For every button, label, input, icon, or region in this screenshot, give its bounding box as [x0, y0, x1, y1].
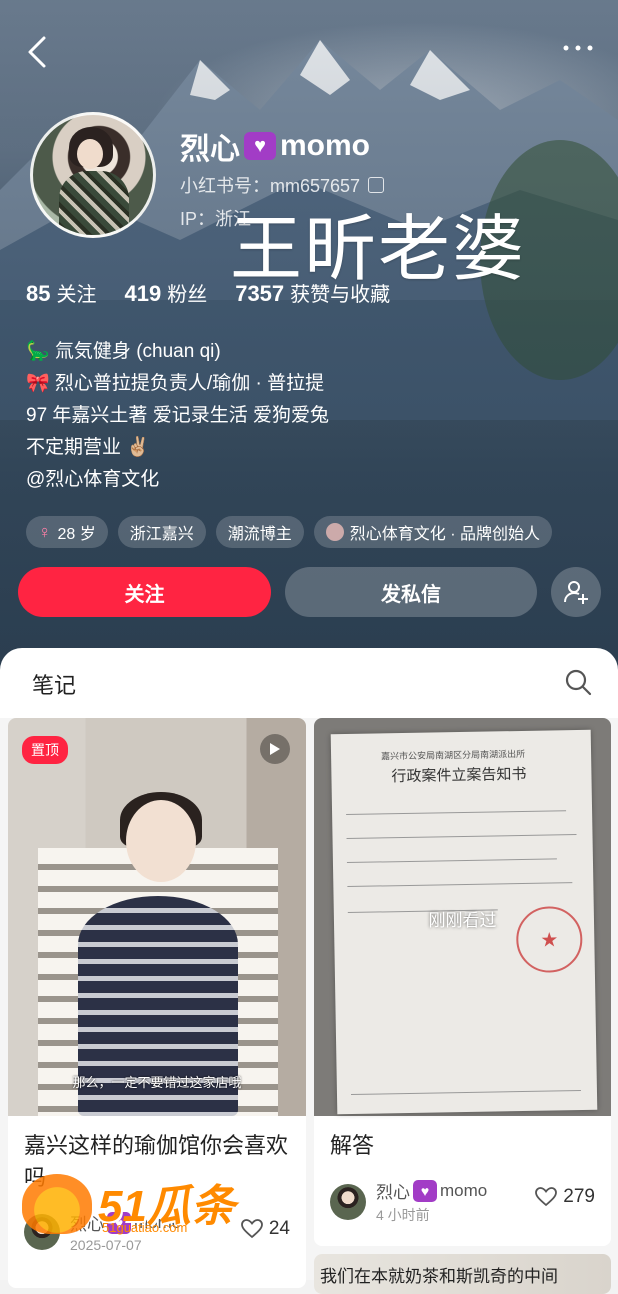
bio-line: 不定期营业 ✌🏼	[26, 437, 150, 458]
author-avatar	[330, 1183, 366, 1220]
watermelon-logo-icon	[22, 1174, 92, 1234]
note-cover-image: 置顶 那么，一定不要错过这家店哦	[8, 718, 306, 1116]
stat-likes-collects[interactable]: 7357 获赞与收藏	[235, 278, 390, 307]
more-options-icon[interactable]	[560, 38, 596, 58]
tag-category: 潮流博主	[215, 516, 304, 548]
video-play-icon	[260, 734, 290, 764]
doc-header: 嘉兴市公安局南湖区分局南湖派出所	[381, 748, 526, 762]
stat-label: 获赞与收藏	[290, 284, 391, 306]
doc-title: 行政案件立案告知书	[391, 764, 527, 786]
watermark-url: 51guatiao.com	[102, 1220, 188, 1235]
note-card[interactable]: 嘉兴市公安局南湖区分局南湖派出所 行政案件立案告知书 ★ 刚刚看过 解答 烈心 ♥…	[314, 718, 611, 1246]
bio-line: 97 年嘉兴土著 爱记录生活 爱狗爱兔	[26, 405, 329, 426]
stat-label: 关注	[56, 284, 97, 306]
stat-following[interactable]: 85 关注	[26, 278, 96, 307]
heart-icon: ♥	[244, 132, 276, 160]
username-text: 烈心	[180, 133, 240, 166]
message-button[interactable]: 发私信	[285, 567, 537, 617]
tag-brand[interactable]: 烈心体育文化 · 品牌创始人	[313, 516, 553, 548]
follow-button[interactable]: 关注	[18, 567, 271, 617]
tab-bar: 笔记	[0, 648, 618, 712]
username-suffix: momo	[280, 129, 370, 162]
female-icon: ♀	[38, 521, 52, 542]
note-time: 4 小时前	[376, 1207, 430, 1223]
like-button[interactable]: 24	[240, 1218, 290, 1240]
profile-stats: 85 关注 419 粉丝 7357 获赞与收藏	[26, 278, 390, 307]
add-user-icon	[564, 581, 588, 604]
stat-value: 419	[124, 281, 162, 306]
heart-outline-icon	[535, 1187, 558, 1207]
tag-age: ♀ 28 岁	[26, 516, 108, 548]
tag-location: 浙江嘉兴	[117, 516, 206, 548]
heart-icon: ♥	[413, 1179, 437, 1202]
profile-actions: 关注 发私信	[18, 567, 601, 617]
author-suffix: momo	[440, 1180, 488, 1200]
stat-value: 7357	[235, 281, 285, 306]
add-friend-button[interactable]	[551, 567, 601, 617]
tag-label: 28 岁	[57, 526, 96, 543]
site-watermark: 51瓜条 51guatiao.com	[22, 1170, 235, 1235]
tag-label: 浙江嘉兴	[129, 526, 194, 543]
search-icon[interactable]	[564, 668, 592, 696]
profile-tags: ♀ 28 岁 浙江嘉兴 潮流博主 烈心体育文化 · 品牌创始人	[26, 516, 553, 548]
note-author[interactable]: 烈心 ♥ momo 4 小时前	[330, 1178, 487, 1225]
stat-followers[interactable]: 419 粉丝	[124, 278, 207, 307]
pinned-badge: 置顶	[22, 736, 68, 764]
heart-outline-icon	[240, 1219, 263, 1239]
author-name: 烈心 ♥ momo	[376, 1178, 487, 1203]
tab-notes[interactable]: 笔记	[32, 668, 76, 700]
bio-line: 🦕 氚気健身 (chuan qi)	[26, 341, 221, 362]
profile-bio: 🦕 氚気健身 (chuan qi) 🎀 烈心普拉提负责人/瑜伽 · 普拉提 97…	[26, 336, 329, 496]
author-name-text: 烈心	[376, 1183, 410, 1202]
note-cover-image: 嘉兴市公安局南湖区分局南湖派出所 行政案件立案告知书 ★ 刚刚看过	[314, 718, 611, 1116]
like-count: 279	[563, 1186, 595, 1207]
stat-label: 粉丝	[167, 284, 208, 306]
video-subtitle: 那么，一定不要错过这家店哦	[72, 1075, 242, 1090]
profile-username: 烈心 ♥ momo	[180, 124, 370, 168]
brand-avatar	[325, 523, 344, 541]
tag-label: 潮流博主	[227, 526, 292, 543]
like-count: 24	[268, 1218, 290, 1239]
profile-avatar[interactable]	[30, 112, 156, 238]
note-card[interactable]: 我们在本就奶茶和斯凯奇的中间	[314, 1254, 611, 1294]
bio-mention[interactable]: @烈心体育文化	[26, 464, 329, 496]
tag-label: 烈心体育文化 · 品牌创始人	[349, 526, 541, 543]
bio-line: 🎀 烈心普拉提负责人/瑜伽 · 普拉提	[26, 373, 325, 394]
note-date: 2025-07-07	[70, 1237, 142, 1253]
stat-value: 85	[26, 281, 51, 306]
like-button[interactable]: 279	[535, 1186, 595, 1208]
back-arrow-icon[interactable]	[24, 34, 52, 70]
note-cover-text: 我们在本就奶茶和斯凯奇的中间	[320, 1267, 558, 1286]
note-title: 解答	[330, 1133, 375, 1158]
recently-viewed-label: 刚刚看过	[428, 911, 497, 930]
